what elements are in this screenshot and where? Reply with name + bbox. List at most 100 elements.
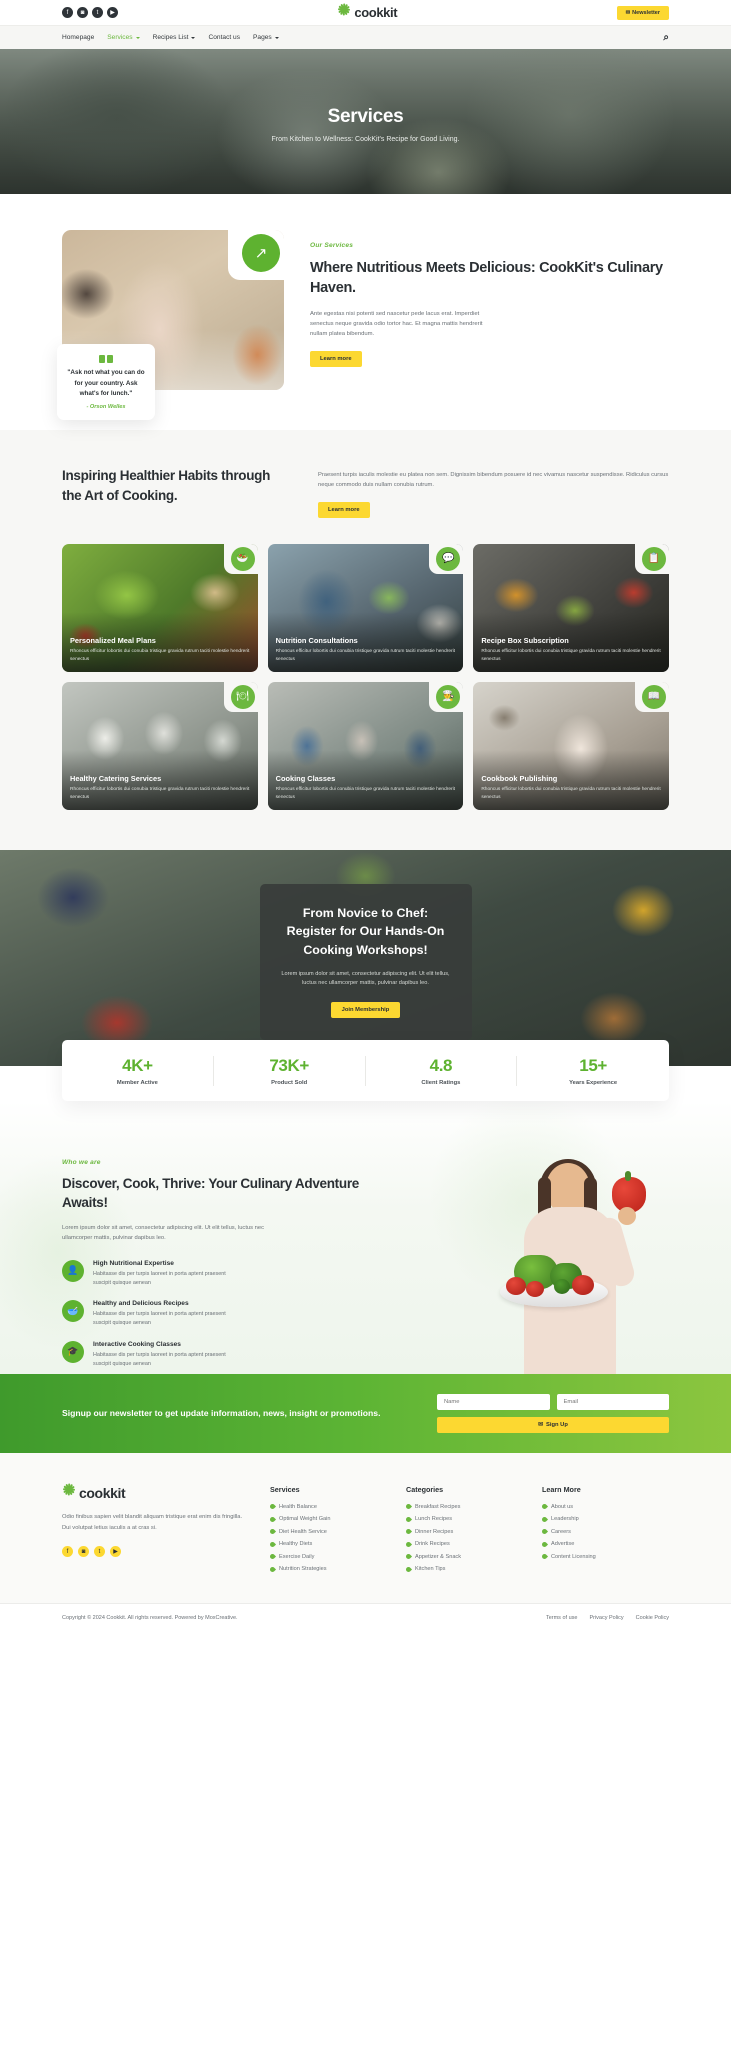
leaf-icon (268, 1540, 277, 1548)
footer-link[interactable]: Dinner Recipes (404, 1528, 524, 1536)
mortar-pestle-icon: 🥣 (62, 1300, 84, 1323)
arrow-up-right-icon[interactable]: ↗ (242, 234, 280, 272)
youtube-icon[interactable]: ▶ (107, 7, 118, 18)
facebook-glyph: f (66, 1548, 69, 1555)
quote-author: - Orson Welles (86, 404, 126, 410)
footer-link[interactable]: Appetizer & Snack (404, 1553, 524, 1561)
nav-item-contact-us[interactable]: Contact us (208, 34, 240, 41)
card-desc: Rhoncus efficitur lobortis dui conubia t… (70, 649, 250, 662)
footer-link[interactable]: Breakfast Recipes (404, 1503, 524, 1511)
footer-link[interactable]: Nutrition Strategies (268, 1565, 388, 1573)
habits-learn-more-button[interactable]: Learn more (318, 501, 370, 518)
section-eyebrow: Our Services (310, 242, 354, 249)
footer-link-label: Lunch Recipes (415, 1516, 453, 1523)
sign-up-button[interactable]: ✉ Sign Up (437, 1416, 669, 1433)
stats-bar: 4K+ Member Active 73K+ Product Sold 4.8 … (62, 1039, 669, 1101)
hat-icon: 👨‍🍳 (436, 684, 461, 709)
who-content: Who we are Discover, Cook, Thrive: Your … (62, 1158, 669, 1374)
terms-of-use-link[interactable]: Terms of use (546, 1615, 577, 1621)
facebook-icon[interactable]: f (62, 1546, 73, 1558)
footer-link[interactable]: Healthy Diets (268, 1540, 388, 1548)
youtube-glyph: ▶ (113, 1549, 118, 1556)
envelope-icon: ✉ (625, 9, 631, 16)
card-desc: Rhoncus efficitur lobortis dui conubia t… (481, 787, 661, 800)
facebook-glyph: f (66, 9, 69, 16)
service-card[interactable]: 💬 Nutrition Consultations Rhoncus effici… (267, 543, 464, 672)
service-card[interactable]: 🥗 Personalized Meal Plans Rhoncus effici… (62, 543, 258, 672)
footer-link[interactable]: Diet Health Service (268, 1528, 388, 1536)
footer-link-label: Appetizer & Snack (415, 1553, 462, 1560)
leaf-icon (540, 1553, 549, 1561)
feature-desc: Habitasse dis per turpis laoreet in port… (93, 1311, 226, 1327)
footer-link[interactable]: Drink Recipes (404, 1540, 524, 1548)
search-icon[interactable]: ⌕ (663, 32, 669, 43)
leaf-icon (404, 1553, 413, 1561)
cookie-policy-link[interactable]: Cookie Policy (636, 1615, 669, 1621)
footer-link-label: Exercise Daily (279, 1553, 315, 1560)
leaf-icon (404, 1565, 413, 1573)
footer-link-label: Health Balance (279, 1503, 317, 1510)
learn-more-button[interactable]: Learn more (310, 350, 362, 367)
sign-up-label: Sign Up (545, 1421, 568, 1428)
footer-link-label: Drink Recipes (415, 1541, 450, 1548)
card-title: Recipe Box Subscription (481, 636, 569, 646)
service-card[interactable]: 🍽 Healthy Catering Services Rhoncus effi… (62, 681, 258, 810)
habits-body: Praesent turpis iaculis molestie eu plat… (318, 472, 669, 489)
services-copy: Our Services Where Nutritious Meets Deli… (310, 230, 669, 390)
footer-link[interactable]: Kitchen Tips (404, 1565, 524, 1573)
chevron-down-icon (135, 36, 140, 39)
instagram-icon[interactable]: ◙ (78, 1546, 89, 1558)
join-membership-button[interactable]: Join Membership (330, 1002, 401, 1019)
twitter-glyph: t (96, 9, 99, 16)
stats-wrapper: 4K+ Member Active 73K+ Product Sold 4.8 … (0, 1039, 731, 1101)
footer-link[interactable]: Optimal Weight Gain (268, 1515, 388, 1523)
footer-link[interactable]: Careers (540, 1528, 660, 1536)
footer-link[interactable]: Leadership (540, 1515, 660, 1523)
instagram-icon[interactable]: ◙ (77, 7, 88, 18)
card-title: Cookbook Publishing (481, 774, 558, 784)
card-text: Cooking Classes Rhoncus efficitur lobort… (276, 774, 456, 802)
privacy-policy-link[interactable]: Privacy Policy (589, 1615, 623, 1621)
footer-link[interactable]: Advertise (540, 1540, 660, 1548)
facebook-icon[interactable]: f (62, 7, 73, 18)
envelope-icon: ✉ (538, 1421, 543, 1428)
footer-link[interactable]: About us (540, 1503, 660, 1511)
feature-text: High Nutritional Expertise Habitasse dis… (93, 1260, 243, 1288)
stat-item: 73K+ Product Sold (214, 1055, 366, 1086)
service-card[interactable]: 📖 Cookbook Publishing Rhoncus efficitur … (473, 681, 669, 810)
footer-link[interactable]: Lunch Recipes (404, 1515, 524, 1523)
footer-logo[interactable]: cookkit (62, 1483, 252, 1501)
email-input[interactable] (556, 1393, 669, 1410)
footer-link-label: Nutrition Strategies (279, 1566, 327, 1573)
service-card[interactable]: 👨‍🍳 Cooking Classes Rhoncus efficitur lo… (267, 681, 464, 810)
nav-item-pages[interactable]: Pages (253, 34, 279, 41)
name-input[interactable] (437, 1393, 550, 1410)
leaf-icon (540, 1540, 549, 1548)
site-footer: cookkit Odio finibus sapien velit blandi… (0, 1452, 731, 1603)
site-logo[interactable]: cookkit (118, 3, 617, 20)
hero-banner: Services From Kitchen to Wellness: CookK… (0, 49, 731, 194)
card-text: Recipe Box Subscription Rhoncus efficitu… (481, 636, 661, 664)
twitter-icon[interactable]: t (94, 1546, 105, 1558)
instagram-glyph: ◙ (80, 9, 85, 16)
twitter-icon[interactable]: t (92, 7, 103, 18)
nav-item-services[interactable]: Services (107, 34, 140, 41)
copyright-bar: Copyright © 2024 Cookkit. All rights res… (0, 1602, 731, 1635)
footer-link[interactable]: Health Balance (268, 1503, 388, 1511)
footer-link[interactable]: Exercise Daily (268, 1553, 388, 1561)
youtube-icon[interactable]: ▶ (110, 1546, 121, 1558)
service-card[interactable]: 📋 Recipe Box Subscription Rhoncus effici… (473, 543, 669, 672)
footer-link[interactable]: Content Licensing (540, 1553, 660, 1561)
service-card-grid: 🥗 Personalized Meal Plans Rhoncus effici… (62, 543, 669, 810)
who-image (376, 1158, 669, 1374)
card-text: Personalized Meal Plans Rhoncus efficitu… (70, 636, 250, 664)
leaf-icon (268, 1565, 277, 1573)
tomato-shape (526, 1280, 544, 1297)
nav-item-homepage[interactable]: Homepage (62, 34, 94, 41)
newsletter-button[interactable]: ✉ Newsletter (616, 5, 669, 20)
nav-label: Services (107, 34, 133, 41)
footer-about: Odio finibus sapien velit blandit aliqua… (62, 1513, 243, 1531)
nav-item-recipes-list[interactable]: Recipes List (153, 34, 196, 41)
stat-number: 4K+ (122, 1055, 153, 1075)
footer-link-label: Kitchen Tips (415, 1566, 446, 1573)
